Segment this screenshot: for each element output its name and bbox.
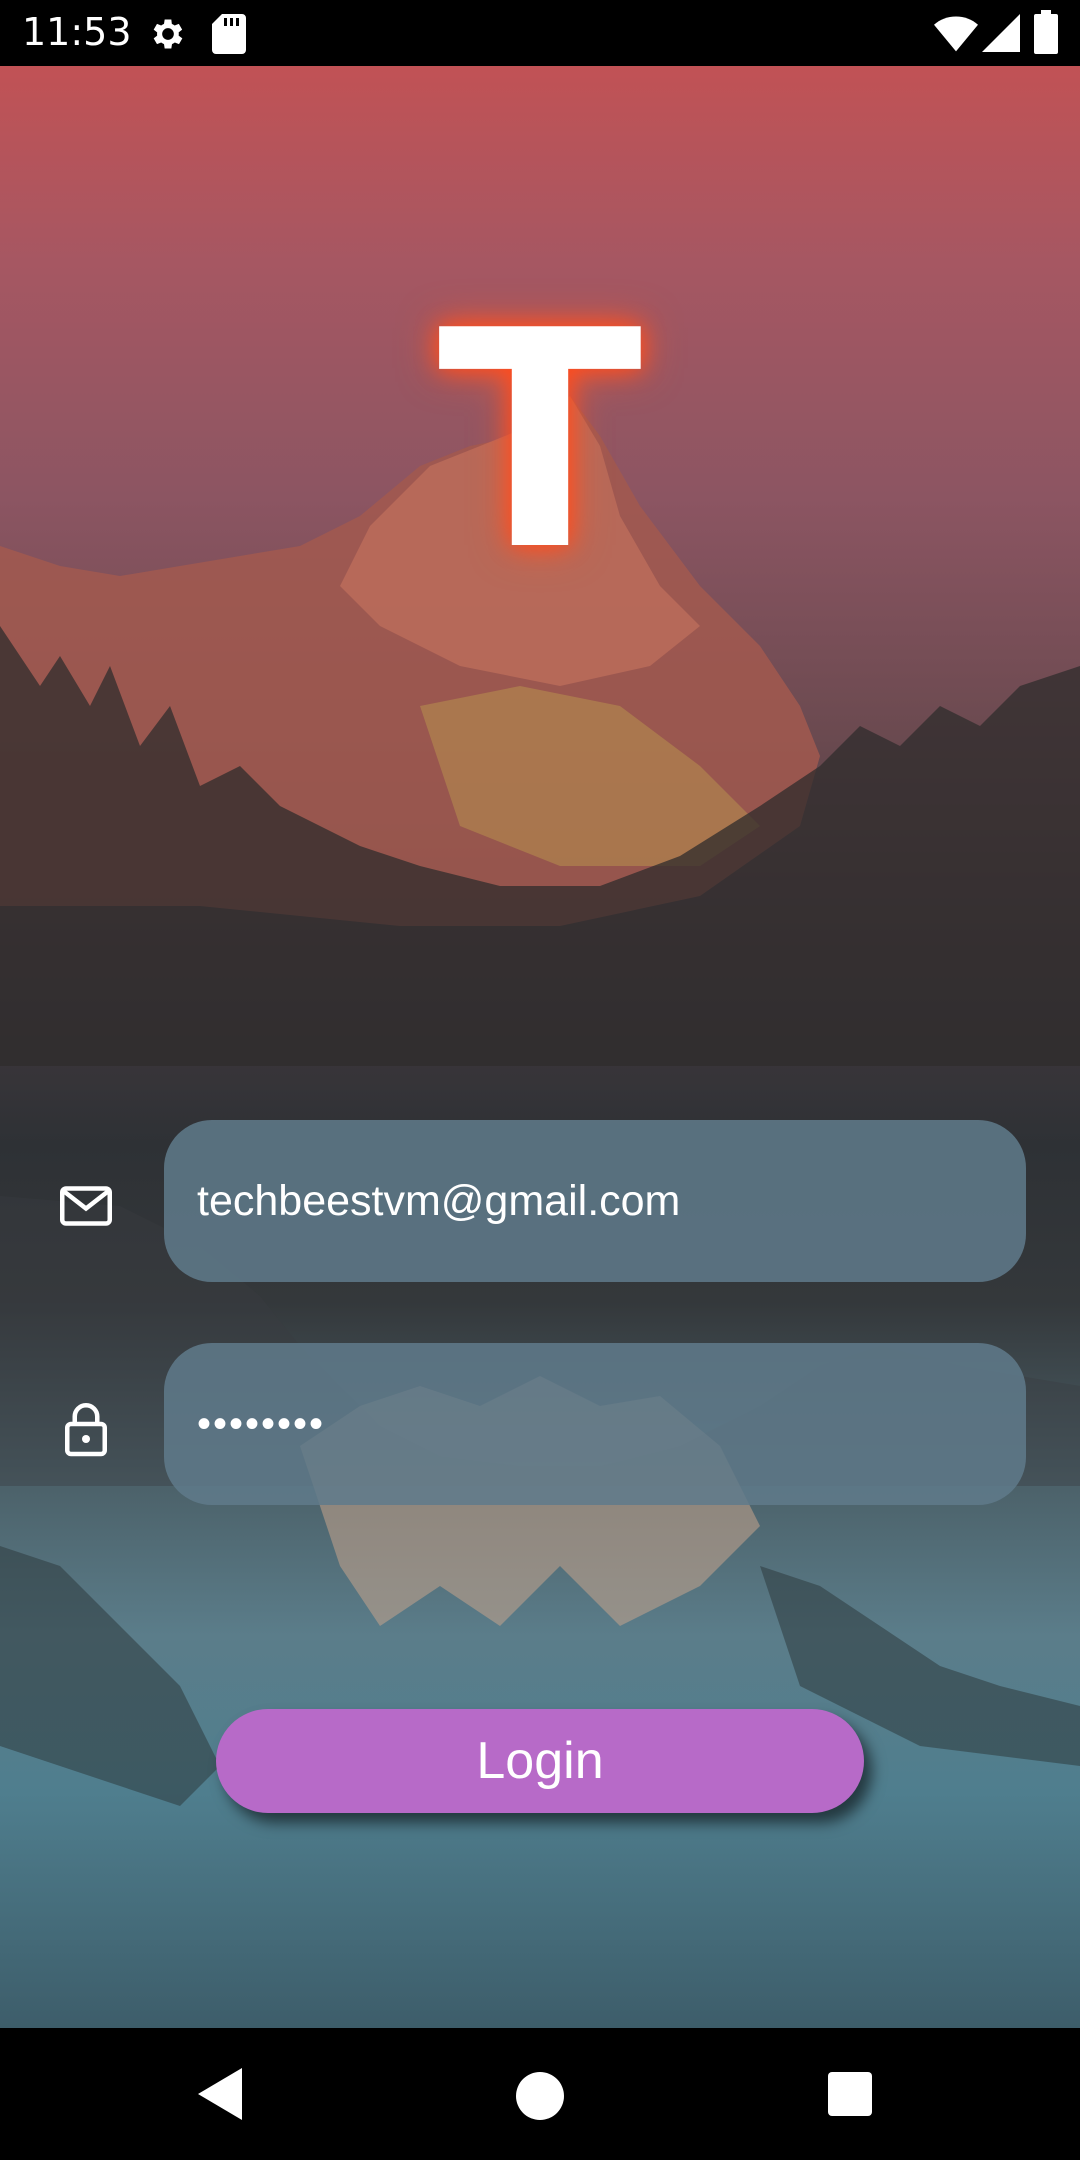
settings-icon bbox=[153, 19, 183, 49]
email-row: techbeestvm@gmail.com bbox=[0, 1120, 1080, 1282]
password-row: •••••••• bbox=[0, 1343, 1080, 1505]
status-time: 11:53 bbox=[22, 10, 132, 54]
login-screen-background: T techbeestvm@gmail.com •••••••• Login bbox=[0, 66, 1080, 2028]
app-logo: T bbox=[437, 267, 643, 616]
sd-card-icon bbox=[212, 14, 246, 54]
home-icon[interactable] bbox=[516, 2072, 564, 2120]
password-field[interactable]: •••••••• bbox=[164, 1343, 1026, 1505]
login-button[interactable]: Login bbox=[216, 1709, 864, 1813]
email-field[interactable]: techbeestvm@gmail.com bbox=[164, 1120, 1026, 1282]
navigation-bar bbox=[0, 2028, 1080, 2160]
lock-icon bbox=[65, 1403, 107, 1457]
recents-icon[interactable] bbox=[828, 2072, 872, 2116]
status-bar: 11:53 bbox=[0, 0, 1080, 66]
battery-icon bbox=[1034, 10, 1058, 54]
back-icon[interactable] bbox=[198, 2068, 246, 2120]
signal-icon bbox=[982, 14, 1020, 52]
wifi-icon bbox=[934, 16, 978, 52]
mail-icon bbox=[60, 1186, 112, 1226]
